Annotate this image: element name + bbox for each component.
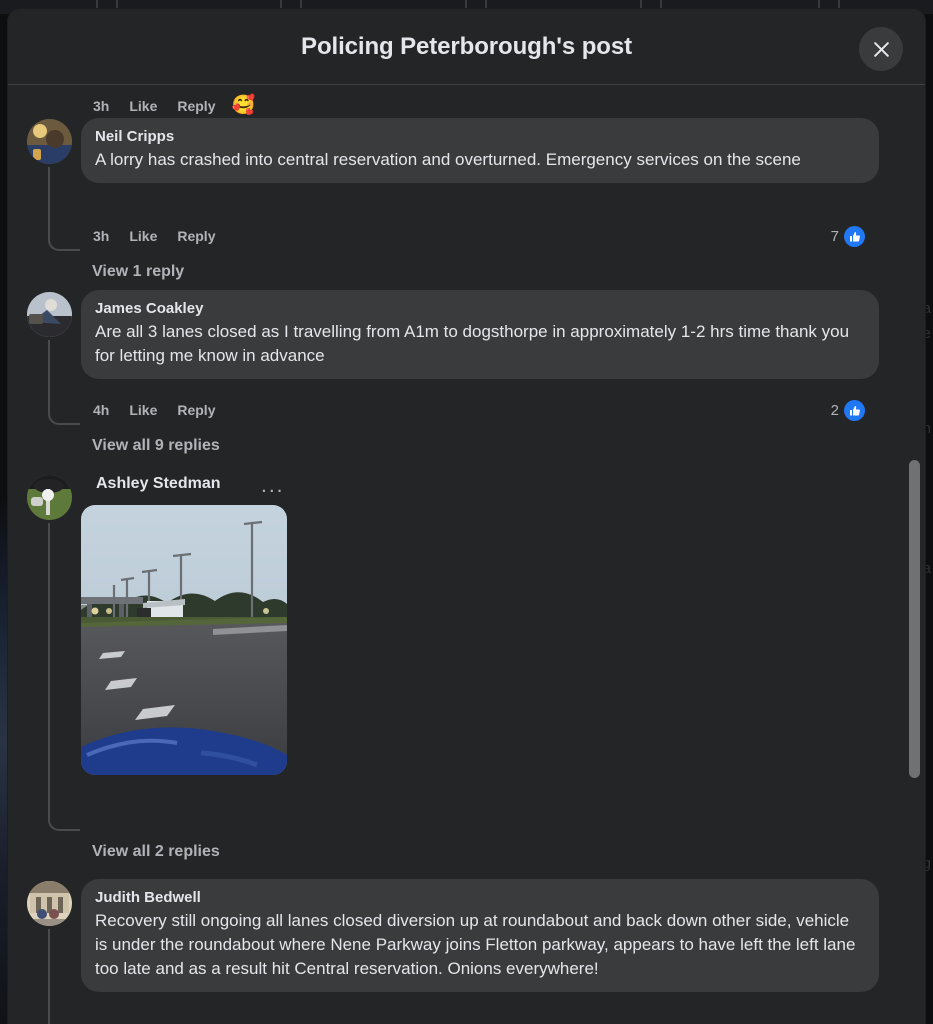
thread-elbow <box>48 229 80 251</box>
comment-actions: 4h Like Reply <box>93 401 215 419</box>
avatar-image <box>27 292 72 337</box>
comment-timestamp[interactable]: 4h <box>93 402 109 418</box>
like-count: 7 <box>830 228 839 245</box>
like-count-badge[interactable]: 2 <box>831 400 865 421</box>
avatar-image <box>27 119 72 164</box>
like-button[interactable]: Like <box>129 401 157 419</box>
avatar[interactable] <box>27 119 72 164</box>
comment-photo-image <box>81 505 287 775</box>
background-right-edge <box>925 14 933 1024</box>
comment-author[interactable]: Ashley Stedman <box>96 474 220 494</box>
reply-button[interactable]: Reply <box>177 401 215 419</box>
care-reaction-icon[interactable]: 🥰 <box>231 96 255 115</box>
like-count-badge[interactable]: 7 <box>831 226 865 247</box>
more-options-icon[interactable]: ... <box>261 475 285 496</box>
thread-elbow <box>48 403 80 425</box>
comment-author[interactable]: Neil Cripps <box>95 127 865 147</box>
comment-bubble: Judith Bedwell Recovery still ongoing al… <box>81 879 879 992</box>
comment-text: Recovery still ongoing all lanes closed … <box>95 911 856 978</box>
comment-bubble: James Coakley Are all 3 lanes closed as … <box>81 290 879 379</box>
avatar[interactable] <box>27 881 72 926</box>
reply-button[interactable]: Reply <box>177 227 215 245</box>
scrollbar-thumb[interactable] <box>909 460 920 778</box>
comment-timestamp[interactable]: 3h <box>93 228 109 244</box>
comment-timestamp[interactable]: 3h <box>93 98 109 114</box>
like-count: 2 <box>830 402 839 419</box>
comment-actions: 3h Like Reply <box>93 227 215 245</box>
thumbs-up-icon <box>844 400 865 421</box>
thumbs-up-icon <box>844 226 865 247</box>
avatar-image <box>27 881 72 926</box>
comment-photo[interactable] <box>81 505 287 775</box>
avatar[interactable] <box>27 475 72 520</box>
comment-text: A lorry has crashed into central reserva… <box>95 150 801 169</box>
close-button[interactable] <box>859 27 903 71</box>
comments-list[interactable]: 3h Like Reply 🥰 Neil Cripps A lorry has … <box>8 85 925 1024</box>
reply-button[interactable]: Reply <box>177 97 215 115</box>
comment-bubble: Neil Cripps A lorry has crashed into cen… <box>81 118 879 183</box>
thread-connector <box>48 523 50 809</box>
comment-author[interactable]: James Coakley <box>95 299 865 319</box>
like-button[interactable]: Like <box>129 227 157 245</box>
close-icon <box>873 41 889 57</box>
comment-author[interactable]: Judith Bedwell <box>95 888 865 908</box>
view-replies-link[interactable]: View all 9 replies <box>92 437 220 455</box>
comment-actions: 3h Like Reply 🥰 <box>93 96 255 115</box>
view-replies-link[interactable]: View 1 reply <box>92 263 184 281</box>
view-replies-link[interactable]: View all 2 replies <box>92 843 220 861</box>
thread-connector <box>48 167 50 229</box>
thread-connector <box>48 340 50 403</box>
comment-text: Are all 3 lanes closed as I travelling f… <box>95 322 850 365</box>
avatar[interactable] <box>27 292 72 337</box>
thread-connector <box>48 929 50 1024</box>
post-dialog: Policing Peterborough's post 3h Like Rep… <box>8 9 925 1024</box>
dialog-header: Policing Peterborough's post <box>8 9 925 85</box>
like-button[interactable]: Like <box>129 97 157 115</box>
thread-elbow <box>48 809 80 831</box>
avatar-image <box>27 475 72 520</box>
page-title: Policing Peterborough's post <box>301 32 632 60</box>
scrollbar-track[interactable] <box>907 171 921 1024</box>
